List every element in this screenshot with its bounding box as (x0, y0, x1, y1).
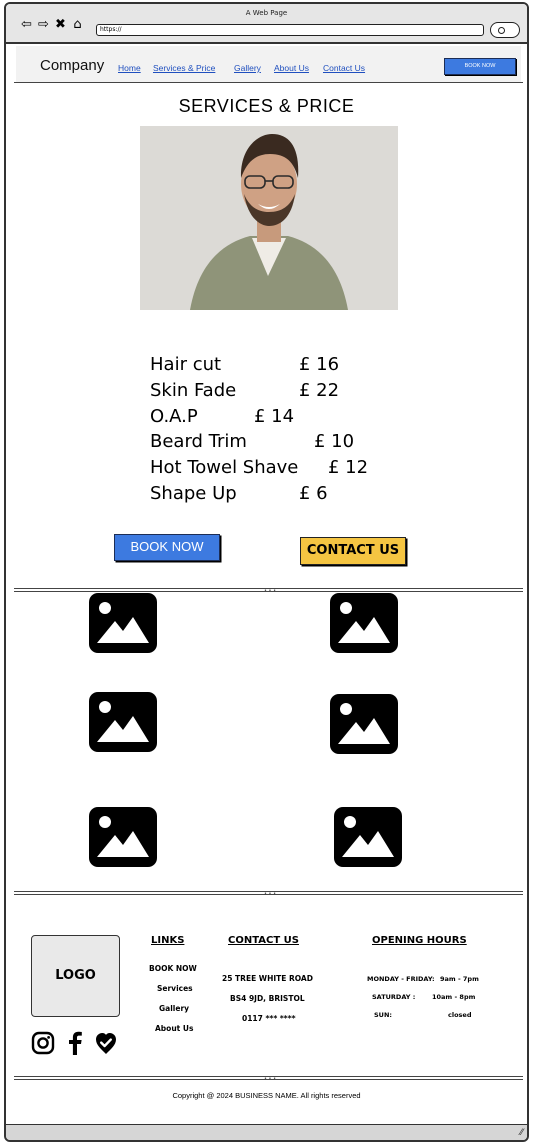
hours-time: 10am - 8pm (432, 993, 476, 1001)
browser-status-bar: ⁄⁄ (6, 1124, 527, 1140)
service-name: Skin Fade (150, 380, 237, 401)
page-title: SERVICES & PRICE (178, 96, 355, 116)
service-name: Hot Towel Shave (150, 457, 299, 478)
gallery-image-icon[interactable] (89, 807, 157, 867)
hours-day: MONDAY - FRIDAY: (367, 975, 435, 983)
footer-address-line: 25 TREE WHITE ROAD (222, 974, 313, 983)
address-bar[interactable]: https:// (96, 24, 484, 36)
browser-toolbar: A Web Page ⇦ ⇨ ✖ ⌂ https:// (6, 4, 527, 44)
footer-link-services[interactable]: Services (157, 984, 193, 993)
window-title: A Web Page (245, 9, 288, 17)
forward-icon[interactable]: ⇨ (37, 18, 50, 32)
service-price: £ 10 (314, 431, 355, 452)
instagram-icon[interactable] (31, 1031, 55, 1055)
brand-name: Company (40, 57, 105, 74)
service-price: £ 16 (299, 354, 340, 375)
hero-photo (140, 126, 398, 310)
service-name: O.A.P (150, 406, 198, 427)
service-row: O.A.P £ 14 (150, 406, 294, 427)
footer-link-gallery[interactable]: Gallery (159, 1004, 189, 1013)
footer-link-about[interactable]: About Us (155, 1024, 193, 1033)
copyright-text: Copyright @ 2024 BUSINESS NAME. All righ… (172, 1091, 361, 1100)
header-book-now-button[interactable]: BOOK NOW (444, 58, 516, 75)
service-row: Skin Fade £ 22 (150, 380, 339, 401)
facebook-icon[interactable] (63, 1031, 87, 1055)
stop-icon[interactable]: ✖ (54, 18, 67, 32)
nav-link-about[interactable]: About Us (274, 63, 309, 73)
hours-day: SATURDAY : (372, 993, 416, 1001)
home-icon[interactable]: ⌂ (71, 18, 84, 32)
back-icon[interactable]: ⇦ (20, 18, 33, 32)
service-row: Hair cut £ 16 (150, 354, 339, 375)
service-price: £ 12 (328, 457, 369, 478)
nav-link-contact[interactable]: Contact Us (323, 63, 365, 73)
nav-link-services[interactable]: Services & Price (153, 63, 215, 73)
service-price: £ 6 (299, 483, 328, 504)
footer-address-line: BS4 9JD, BRISTOL (230, 994, 305, 1003)
divider (14, 82, 523, 83)
footer-links-heading: LINKS (151, 935, 185, 946)
search-icon[interactable] (490, 22, 520, 38)
gallery-image-icon[interactable] (330, 694, 398, 754)
book-now-button[interactable]: BOOK NOW (114, 534, 220, 561)
nav-link-gallery[interactable]: Gallery (234, 63, 261, 73)
divider-handle: • • • (264, 588, 277, 594)
service-price: £ 22 (299, 380, 340, 401)
divider-handle: • • • (264, 891, 277, 897)
hours-day: SUN: (374, 1011, 392, 1019)
footer-phone: 0117 *** **** (242, 1014, 296, 1023)
gallery-image-icon[interactable] (334, 807, 402, 867)
hours-time: closed (448, 1011, 472, 1019)
gallery-image-icon[interactable] (330, 593, 398, 653)
footer-logo: LOGO (31, 935, 120, 1017)
service-row: Hot Towel Shave £ 12 (150, 457, 368, 478)
nav-link-home[interactable]: Home (118, 63, 141, 73)
divider-handle: • • • (264, 1076, 277, 1082)
footer-hours-heading: OPENING HOURS (372, 935, 467, 946)
service-name: Beard Trim (150, 431, 247, 452)
service-name: Shape Up (150, 483, 237, 504)
service-name: Hair cut (150, 354, 222, 375)
footer-contact-heading: CONTACT US (228, 935, 299, 946)
browser-nav-icons: ⇦ ⇨ ✖ ⌂ (20, 18, 84, 32)
service-price: £ 14 (254, 406, 295, 427)
service-row: Beard Trim £ 10 (150, 431, 354, 452)
contact-us-button[interactable]: CONTACT US (300, 537, 406, 565)
browser-window: A Web Page ⇦ ⇨ ✖ ⌂ https:// Company Home… (4, 2, 529, 1142)
footer-link-book-now[interactable]: BOOK NOW (149, 964, 197, 973)
verified-icon[interactable] (94, 1031, 118, 1055)
gallery-image-icon[interactable] (89, 692, 157, 752)
site-header: Company Home Services & Price Gallery Ab… (16, 46, 521, 82)
hours-time: 9am - 7pm (440, 975, 479, 983)
gallery-image-icon[interactable] (89, 593, 157, 653)
resize-grip-icon[interactable]: ⁄⁄ (520, 1128, 523, 1138)
service-row: Shape Up £ 6 (150, 483, 328, 504)
